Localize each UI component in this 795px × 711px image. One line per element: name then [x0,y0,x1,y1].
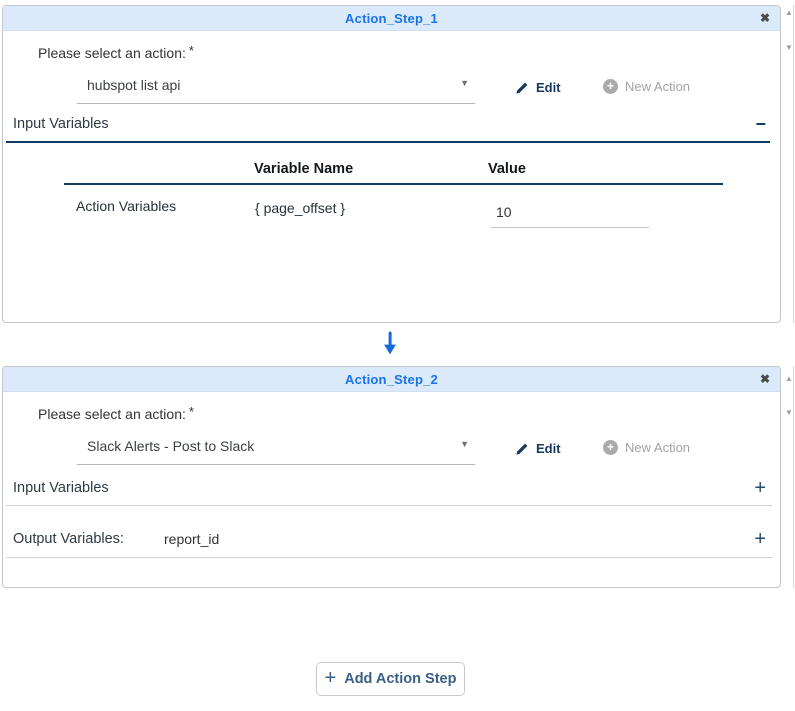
scrollbar-edge [793,5,794,323]
new-action-button-label: New Action [625,79,690,94]
close-icon[interactable]: ✖ [760,373,770,385]
plus-circle-icon: + [603,440,618,455]
expand-section-icon[interactable]: + [754,527,766,551]
close-icon[interactable]: ✖ [760,12,770,24]
new-action-button[interactable]: + New Action [603,79,690,94]
action-select-label: Please select an action:* [38,406,194,422]
input-variables-row: Input Variables + [9,480,770,504]
new-action-button[interactable]: + New Action [603,440,690,455]
output-variables-label: Output Variables: [13,531,124,547]
input-variables-row: Input Variables − [9,116,770,140]
expand-section-icon[interactable]: + [754,476,766,500]
edit-button-label: Edit [536,441,561,456]
card-header: Action_Step_1 ✖ [3,6,780,31]
add-action-step-button[interactable]: + Add Action Step [316,662,465,696]
step-title: Action_Step_1 [345,11,438,26]
collapse-section-icon[interactable]: − [755,114,766,136]
scrollbar-edge [793,366,794,588]
variable-value-input[interactable] [491,192,649,228]
edit-button[interactable]: Edit [515,80,561,95]
flow-down-arrow-icon [381,330,399,356]
add-action-step-label: Add Action Step [344,671,456,687]
variable-name-cell: { page_offset } [255,200,345,216]
required-asterisk: * [189,43,194,58]
edit-button-label: Edit [536,80,561,95]
action-step-2-card: Action_Step_2 ✖ Please select an action:… [2,366,781,588]
output-variable-value: report_id [164,531,219,547]
new-action-button-label: New Action [625,440,690,455]
input-variables-label: Input Variables [13,116,109,132]
action-select-label: Please select an action:* [38,45,194,61]
chevron-down-icon: ▼ [460,439,469,449]
plus-icon: + [325,668,337,688]
action-step-1-card: Action_Step_1 ✖ Please select an action:… [2,5,781,323]
plus-circle-icon: + [603,79,618,94]
section-divider [6,557,772,558]
action-select[interactable]: Slack Alerts - Post to Slack ▼ [77,427,475,465]
edit-pencil-icon [515,81,529,95]
action-select[interactable]: hubspot list api ▼ [77,66,475,104]
output-variables-row: Output Variables: report_id + [9,531,770,555]
edit-pencil-icon [515,442,529,456]
column-header-variable-name: Variable Name [254,161,353,177]
workflow-builder: Action_Step_1 ✖ Please select an action:… [0,0,795,711]
action-select-value: Slack Alerts - Post to Slack [87,438,254,454]
table-row-label: Action Variables [76,198,176,214]
card-header: Action_Step_2 ✖ [3,367,780,392]
edit-button[interactable]: Edit [515,441,561,456]
action-select-value: hubspot list api [87,77,180,93]
required-asterisk: * [189,404,194,419]
chevron-down-icon: ▼ [460,78,469,88]
section-divider [6,141,770,143]
table-header-divider [64,183,723,185]
column-header-value: Value [488,161,526,177]
step-title: Action_Step_2 [345,372,438,387]
input-variables-label: Input Variables [13,480,109,496]
section-divider [6,505,772,506]
